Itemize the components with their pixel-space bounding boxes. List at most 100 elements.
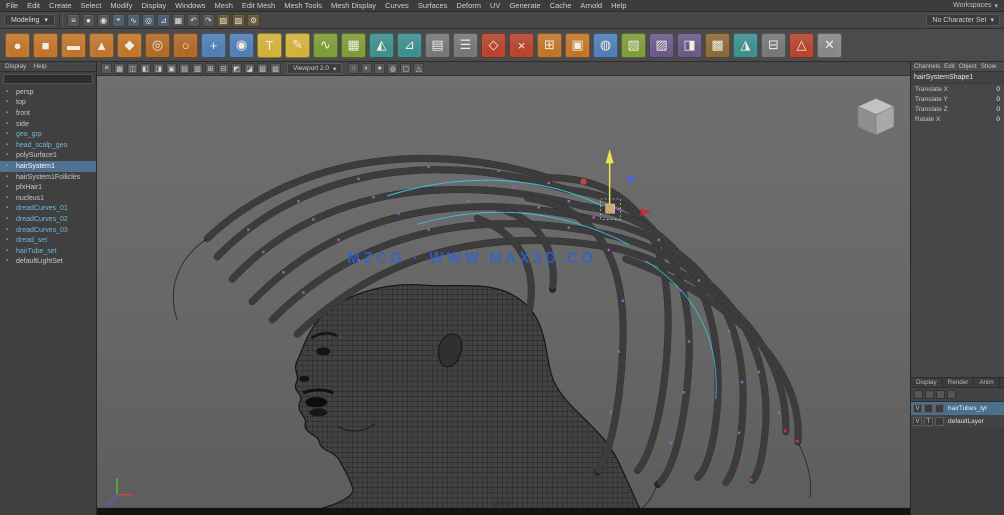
menu-item[interactable]: Cache: [550, 1, 572, 10]
outliner-item[interactable]: ▪ top: [0, 98, 96, 109]
shelf-icon[interactable]: ▤: [425, 33, 450, 58]
menu-item[interactable]: UV: [490, 1, 500, 10]
outliner-item[interactable]: ▪ side: [0, 119, 96, 130]
workspace-selector[interactable]: Workspaces ▾: [953, 2, 998, 10]
viewport-toolbar-icon[interactable]: ▧: [257, 63, 268, 74]
shelf-icon[interactable]: +: [201, 33, 226, 58]
renderer-dropdown[interactable]: Viewport 2.0 ▾: [287, 63, 342, 74]
status-icon[interactable]: ↶: [187, 14, 200, 27]
outliner-item[interactable]: ▪ pfxHair1: [0, 182, 96, 193]
outliner-item[interactable]: ▪ front: [0, 108, 96, 119]
new-layer-selected-button[interactable]: [925, 390, 934, 399]
outliner-menu-item[interactable]: Help: [33, 63, 46, 70]
status-icon[interactable]: ▦: [172, 14, 185, 27]
shelf-icon[interactable]: ○: [173, 33, 198, 58]
shelf-icon[interactable]: ▬: [61, 33, 86, 58]
shelf-icon[interactable]: ⊿: [397, 33, 422, 58]
shelf-icon[interactable]: ▩: [705, 33, 730, 58]
status-icon[interactable]: ◎: [142, 14, 155, 27]
character-set-dropdown[interactable]: No Character Set ▾: [926, 14, 1000, 26]
viewport-toolbar-icon[interactable]: ◧: [140, 63, 151, 74]
viewport-toolbar-icon[interactable]: ▥: [192, 63, 203, 74]
status-icon[interactable]: ∿: [127, 14, 140, 27]
viewport-toolbar-icon[interactable]: ⊟: [218, 63, 229, 74]
outliner-item[interactable]: ▪ geo_grp: [0, 129, 96, 140]
channel-box-menu-item[interactable]: Show: [981, 63, 996, 70]
shelf-icon[interactable]: ✎: [285, 33, 310, 58]
menu-item[interactable]: Arnold: [580, 1, 602, 10]
menu-item[interactable]: Select: [81, 1, 102, 10]
menu-item[interactable]: Mesh Tools: [284, 1, 322, 10]
channel-box-menu-item[interactable]: Object: [959, 63, 977, 70]
viewport-toolbar-icon[interactable]: ◐: [361, 63, 372, 74]
channel-box-node-name[interactable]: hairSystemShape1: [911, 72, 1004, 84]
viewport-toolbar-icon[interactable]: ▤: [179, 63, 190, 74]
channel-box-menu-item[interactable]: Edit: [944, 63, 955, 70]
viewport-toolbar-icon[interactable]: ◍: [387, 63, 398, 74]
move-layer-up-button[interactable]: [936, 390, 945, 399]
viewport-toolbar-icon[interactable]: ◨: [153, 63, 164, 74]
viewport-toolbar-icon[interactable]: ◪: [244, 63, 255, 74]
menu-item[interactable]: Windows: [175, 1, 205, 10]
new-layer-button[interactable]: [914, 390, 923, 399]
shelf-icon[interactable]: ◨: [677, 33, 702, 58]
move-x-handle[interactable]: [581, 179, 587, 185]
move-z-handle[interactable]: [627, 175, 634, 182]
outliner-menu-item[interactable]: Display: [5, 63, 26, 70]
shelf-icon[interactable]: ●: [5, 33, 30, 58]
menu-item[interactable]: Deform: [456, 1, 481, 10]
shelf-icon[interactable]: △: [789, 33, 814, 58]
outliner-item[interactable]: ▪ defaultLightSet: [0, 257, 96, 268]
outliner-item[interactable]: ▪ nucleus1: [0, 193, 96, 204]
layer-display-type-toggle[interactable]: [935, 404, 944, 413]
menu-item[interactable]: Create: [49, 1, 72, 10]
attribute-value[interactable]: 0: [996, 106, 1000, 113]
move-layer-down-button[interactable]: [947, 390, 956, 399]
shelf-icon[interactable]: ◇: [481, 33, 506, 58]
status-icon[interactable]: ▧: [217, 14, 230, 27]
shelf-icon[interactable]: ■: [33, 33, 58, 58]
attribute-value[interactable]: 0: [996, 96, 1000, 103]
status-icon[interactable]: ↷: [202, 14, 215, 27]
outliner-item[interactable]: ▪ hairSystem1Follicles: [0, 172, 96, 183]
menu-set-dropdown[interactable]: Modeling ▾: [4, 14, 55, 26]
viewport-toolbar-icon[interactable]: ▨: [270, 63, 281, 74]
channel-attribute-row[interactable]: Rotate X 0: [911, 114, 1004, 124]
menu-item[interactable]: Generate: [509, 1, 540, 10]
shelf-icon[interactable]: ◍: [593, 33, 618, 58]
manipulator-center[interactable]: [606, 204, 615, 213]
layer-editor-tab[interactable]: Anim: [974, 378, 999, 387]
outliner-item[interactable]: ▪ dreadCurves_01: [0, 204, 96, 215]
layer-playback-toggle[interactable]: [924, 404, 933, 413]
viewport-toolbar-icon[interactable]: ⊞: [205, 63, 216, 74]
shelf-icon[interactable]: ∿: [313, 33, 338, 58]
menu-item[interactable]: Mesh Display: [331, 1, 376, 10]
channel-attribute-row[interactable]: Translate Y 0: [911, 94, 1004, 104]
viewport-scene[interactable]: MZCG · WWW.MAX3D.CO persp: [97, 76, 910, 515]
viewport-toolbar-icon[interactable]: △: [413, 63, 424, 74]
status-icon[interactable]: ⚙: [247, 14, 260, 27]
shelf-icon[interactable]: ▣: [565, 33, 590, 58]
viewport-toolbar-icon[interactable]: ◩: [231, 63, 242, 74]
shelf-icon[interactable]: ▨: [649, 33, 674, 58]
outliner-item[interactable]: ▪ hairSystem1: [0, 161, 96, 172]
status-icon[interactable]: ⊿: [157, 14, 170, 27]
viewport-toolbar-icon[interactable]: ▢: [400, 63, 411, 74]
menu-item[interactable]: File: [6, 1, 18, 10]
shelf-icon[interactable]: ▦: [341, 33, 366, 58]
layer-row[interactable]: V T defaultLayer: [911, 415, 1004, 428]
shelf-icon[interactable]: ×: [509, 33, 534, 58]
menu-item[interactable]: Edit: [27, 1, 40, 10]
layer-playback-toggle[interactable]: T: [924, 417, 933, 426]
layer-editor-tab[interactable]: Display: [911, 378, 943, 387]
outliner-item[interactable]: ▪ hairTube_set: [0, 246, 96, 257]
menu-item[interactable]: Modify: [110, 1, 132, 10]
menu-item[interactable]: Curves: [385, 1, 409, 10]
viewport-toolbar-icon[interactable]: ◫: [127, 63, 138, 74]
shelf-icon[interactable]: ◆: [117, 33, 142, 58]
status-icon[interactable]: ◉: [97, 14, 110, 27]
move-y-arrow[interactable]: [606, 149, 614, 163]
channel-attribute-row[interactable]: Translate X 0: [911, 84, 1004, 94]
attribute-value[interactable]: 0: [996, 116, 1000, 123]
outliner-item[interactable]: ▪ dreadCurves_03: [0, 225, 96, 236]
